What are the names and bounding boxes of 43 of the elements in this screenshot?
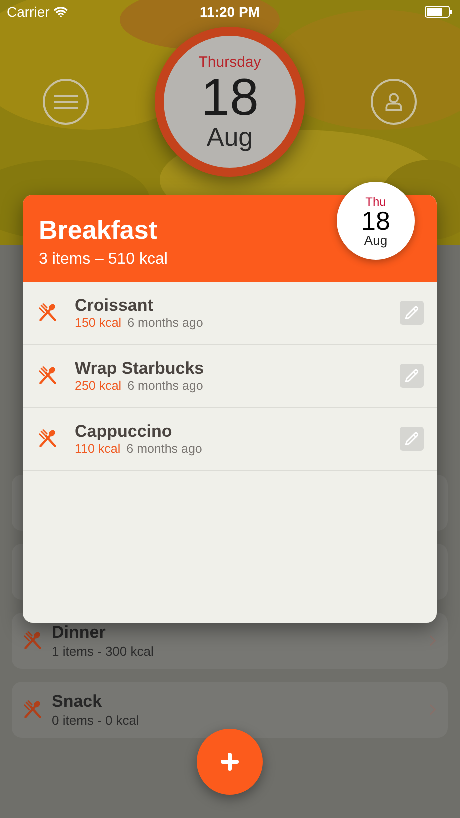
weekday-label: Thursday <box>198 54 262 70</box>
food-name: Wrap Starbucks <box>75 358 206 379</box>
food-row[interactable]: Croissant 150 kcal 6 months ago <box>23 282 437 345</box>
popup-title: Breakfast <box>39 214 158 246</box>
food-row[interactable]: Wrap Starbucks 250 kcal 6 months ago <box>23 345 437 408</box>
badge-weekday: Thu <box>366 196 386 208</box>
plus-icon <box>218 750 242 774</box>
badge-month: Aug <box>364 234 388 246</box>
battery-icon <box>425 6 453 18</box>
menu-button[interactable] <box>43 79 89 125</box>
pencil-icon <box>405 432 419 446</box>
profile-button[interactable] <box>371 79 417 125</box>
fork-spoon-icon <box>22 699 44 721</box>
month-label: Aug <box>206 124 254 150</box>
pencil-icon <box>405 369 419 383</box>
meal-summary: 0 items - 0 kcal <box>52 712 140 729</box>
day-number: 18 <box>201 72 259 124</box>
food-row[interactable]: Cappuccino 110 kcal 6 months ago <box>23 408 437 471</box>
edit-button[interactable] <box>400 427 424 451</box>
fork-spoon-icon <box>37 302 59 324</box>
food-kcal: 150 kcal <box>75 316 122 332</box>
fork-spoon-icon <box>37 365 59 387</box>
food-time: 6 months ago <box>128 316 204 332</box>
meal-name: Snack <box>52 691 104 712</box>
meal-summary: 1 items - 300 kcal <box>52 644 155 660</box>
food-name: Cappuccino <box>75 420 174 442</box>
food-time: 6 months ago <box>126 442 202 458</box>
meal-name: Dinner <box>52 622 107 644</box>
person-icon <box>383 91 405 113</box>
food-kcal: 250 kcal <box>75 378 122 394</box>
food-kcal: 110 kcal <box>75 442 121 458</box>
clock: 11:20 PM <box>200 2 260 22</box>
edit-button[interactable] <box>400 364 424 388</box>
carrier-label: Carrier <box>7 2 50 22</box>
food-time: 6 months ago <box>128 378 204 394</box>
edit-button[interactable] <box>400 301 424 325</box>
popup-summary: 3 items – 510 kcal <box>39 250 169 270</box>
fork-spoon-icon <box>37 428 59 450</box>
fork-spoon-icon <box>22 630 44 652</box>
badge-day: 18 <box>362 208 390 234</box>
food-name: Croissant <box>75 294 154 316</box>
pencil-icon <box>405 306 419 320</box>
wifi-icon <box>54 5 68 19</box>
